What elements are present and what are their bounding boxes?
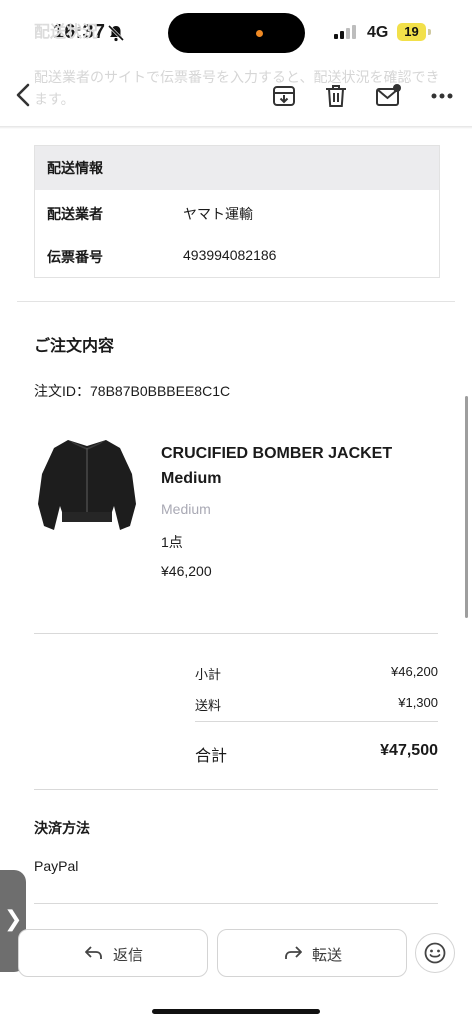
- reply-icon: [85, 946, 102, 959]
- shipping-fee-value: ¥1,300: [398, 695, 438, 710]
- product-image[interactable]: [34, 434, 140, 544]
- subtotal-label: 小計: [195, 667, 222, 682]
- trash-icon[interactable]: [325, 84, 347, 108]
- dynamic-island: [168, 13, 305, 53]
- total-value: ¥47,500: [380, 742, 438, 759]
- tracking-label: 伝票番号: [47, 249, 103, 265]
- forward-button[interactable]: 転送: [217, 929, 407, 977]
- carrier-row: 配送業者 ヤマト運輸: [35, 190, 439, 233]
- payment-method: PayPal: [34, 858, 79, 874]
- network-type: 4G: [367, 24, 389, 41]
- toolbar-shadow: [0, 126, 472, 129]
- summary-bottom-divider: [34, 789, 438, 790]
- shipping-fee-row: 送料 ¥1,300: [195, 695, 438, 714]
- summary-divider: [195, 721, 438, 722]
- reply-label: 返信: [113, 947, 144, 964]
- total-label: 合計: [195, 748, 228, 765]
- subtotal-row: 小計 ¥46,200: [195, 664, 438, 683]
- reaction-button[interactable]: [415, 933, 455, 973]
- product-quantity: 1点: [161, 534, 183, 550]
- carrier-label: 配送業者: [47, 206, 103, 222]
- mail-unread-icon[interactable]: [376, 84, 402, 108]
- subtotal-value: ¥46,200: [391, 664, 438, 679]
- mail-toolbar: [0, 64, 472, 126]
- tracking-number[interactable]: 493994082186: [183, 247, 276, 263]
- section-divider: [17, 301, 455, 302]
- forward-label: 転送: [312, 947, 343, 964]
- forward-icon: [285, 946, 302, 959]
- shipping-info-title: 配送情報: [35, 146, 439, 190]
- archive-icon[interactable]: [272, 84, 296, 108]
- battery-nub: [428, 29, 431, 35]
- product-price: ¥46,200: [161, 563, 212, 579]
- recording-indicator: [256, 30, 263, 37]
- smiley-icon: [424, 942, 446, 964]
- order-id: 注文ID：78B87B0BBBEE8C1C: [34, 383, 231, 399]
- payment-title: 決済方法: [34, 820, 90, 836]
- order-section-title: ご注文内容: [34, 338, 115, 355]
- total-row: 合計 ¥47,500: [195, 742, 438, 766]
- silent-bell-icon: [107, 24, 125, 42]
- shipping-fee-label: 送料: [195, 698, 222, 713]
- shipping-info-table: 配送情報 配送業者 ヤマト運輸 伝票番号 493994082186: [34, 145, 440, 278]
- faded-heading: 配送状況: [34, 24, 99, 41]
- scrollbar[interactable]: [465, 396, 468, 618]
- payment-divider: [34, 903, 438, 904]
- back-icon[interactable]: [14, 82, 34, 108]
- cellular-signal-icon: [334, 25, 356, 39]
- reply-button[interactable]: 返信: [18, 929, 208, 977]
- home-indicator[interactable]: [152, 1009, 320, 1014]
- battery-level: 19: [397, 23, 426, 41]
- tracking-row: 伝票番号 493994082186: [35, 233, 439, 276]
- carrier-value: ヤマト運輸: [183, 206, 253, 222]
- chevron-right-icon: ❯: [4, 906, 23, 931]
- product-variant: Medium: [161, 501, 211, 517]
- more-icon[interactable]: [431, 93, 453, 99]
- order-divider: [34, 633, 438, 634]
- product-name[interactable]: CRUCIFIED BOMBER JACKET Medium: [161, 441, 431, 491]
